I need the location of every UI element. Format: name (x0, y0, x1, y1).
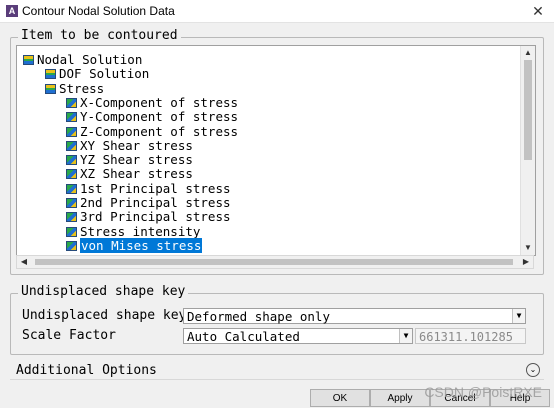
tree-item-label: Z-Component of stress (80, 123, 239, 139)
item-group-label: Item to be contoured (18, 28, 181, 43)
tree-vertical-scrollbar[interactable]: ▲ ▼ (520, 46, 535, 255)
scroll-thumb[interactable] (524, 60, 532, 160)
ok-button[interactable]: OK (310, 389, 370, 407)
stress-icon (66, 140, 77, 151)
scroll-right-icon[interactable]: ▶ (519, 256, 533, 268)
tree-item-label: 1st Principal stress (80, 180, 231, 196)
shape-key-label: Undisplaced shape key (22, 308, 187, 323)
folder-icon (45, 69, 56, 80)
tree-item[interactable]: Y-Component of stress (66, 110, 238, 124)
expand-icon[interactable]: ⌄ (526, 363, 540, 377)
stress-icon (66, 226, 77, 237)
shape-key-select[interactable]: Deformed shape only ▼ (183, 308, 526, 324)
stress-icon (66, 155, 77, 166)
scroll-up-icon[interactable]: ▲ (521, 47, 535, 59)
stress-icon (66, 97, 77, 108)
chevron-down-icon[interactable]: ▼ (399, 329, 412, 343)
solution-tree[interactable]: Nodal Solution DOF Solution Stress X-Compon… (16, 45, 536, 256)
tree-item-label: 3rd Principal stress (80, 209, 231, 225)
shape-group-label: Undisplaced shape key (18, 284, 189, 299)
tree-item[interactable]: 1st Principal stress (66, 180, 231, 196)
scroll-left-icon[interactable]: ◀ (17, 256, 31, 268)
tree-item[interactable]: DOF Solution (45, 67, 149, 81)
stress-icon (66, 112, 77, 123)
scale-factor-select[interactable]: Auto Calculated ▼ (183, 328, 413, 344)
scale-factor-label: Scale Factor (22, 328, 116, 343)
tree-item[interactable]: X-Component of stress (66, 94, 239, 110)
tree-item[interactable]: YZ Shear stress (66, 153, 193, 167)
tree-item-label: X-Component of stress (80, 94, 239, 110)
shape-key-value: Deformed shape only (187, 309, 330, 324)
additional-options-label: Additional Options (16, 363, 157, 378)
tree-item-label: DOF Solution (59, 66, 150, 82)
additional-options-bar[interactable]: Additional Options ⌄ (10, 361, 544, 380)
tree-item-label: Stress intensity (80, 223, 201, 239)
scale-factor-value: Auto Calculated (187, 329, 300, 344)
tree-item[interactable]: XY Shear stress (66, 137, 193, 153)
scale-factor-number: 661311.101285 (415, 328, 526, 344)
tree-item[interactable]: Nodal Solution (23, 53, 142, 67)
tree-item-label: YZ Shear stress (80, 152, 193, 168)
tree-item-label: von Mises stress (80, 237, 203, 253)
tree-item[interactable]: XZ Shear stress (66, 167, 193, 181)
stress-icon (66, 240, 77, 251)
tree-item[interactable]: Stress intensity (66, 223, 201, 239)
tree-item[interactable]: 3rd Principal stress (66, 210, 231, 224)
app-icon: A (6, 5, 18, 17)
tree-item-label: Nodal Solution (37, 52, 143, 67)
close-button[interactable]: ✕ (528, 2, 548, 20)
window-title: Contour Nodal Solution Data (22, 4, 175, 18)
watermark: CSDN @PoistRXE (424, 384, 542, 400)
tree-item-label: 2nd Principal stress (80, 195, 231, 210)
apply-button[interactable]: Apply (370, 389, 430, 407)
stress-icon (66, 169, 77, 180)
stress-icon (66, 183, 77, 194)
title-bar: A Contour Nodal Solution Data ✕ (0, 0, 554, 23)
folder-icon (23, 55, 34, 65)
tree-item[interactable]: Stress (45, 80, 105, 96)
stress-icon (66, 126, 77, 137)
tree-item-label: Y-Component of stress (80, 109, 239, 125)
stress-icon (66, 198, 77, 208)
hscroll-thumb[interactable] (35, 259, 513, 265)
tree-horizontal-scrollbar[interactable]: ◀ ▶ (16, 255, 534, 269)
tree-item-label: XZ Shear stress (80, 166, 193, 182)
folder-icon (45, 83, 56, 94)
tree-item-label: XY Shear stress (80, 137, 193, 153)
chevron-down-icon[interactable]: ▼ (512, 309, 525, 323)
stress-icon (66, 212, 77, 223)
tree-item-label: Stress (59, 80, 105, 96)
tree-item[interactable]: Z-Component of stress (66, 123, 239, 139)
scroll-down-icon[interactable]: ▼ (521, 242, 535, 254)
tree-item[interactable]: von Mises stress (66, 237, 203, 253)
tree-item[interactable]: 2nd Principal stress (66, 196, 231, 210)
